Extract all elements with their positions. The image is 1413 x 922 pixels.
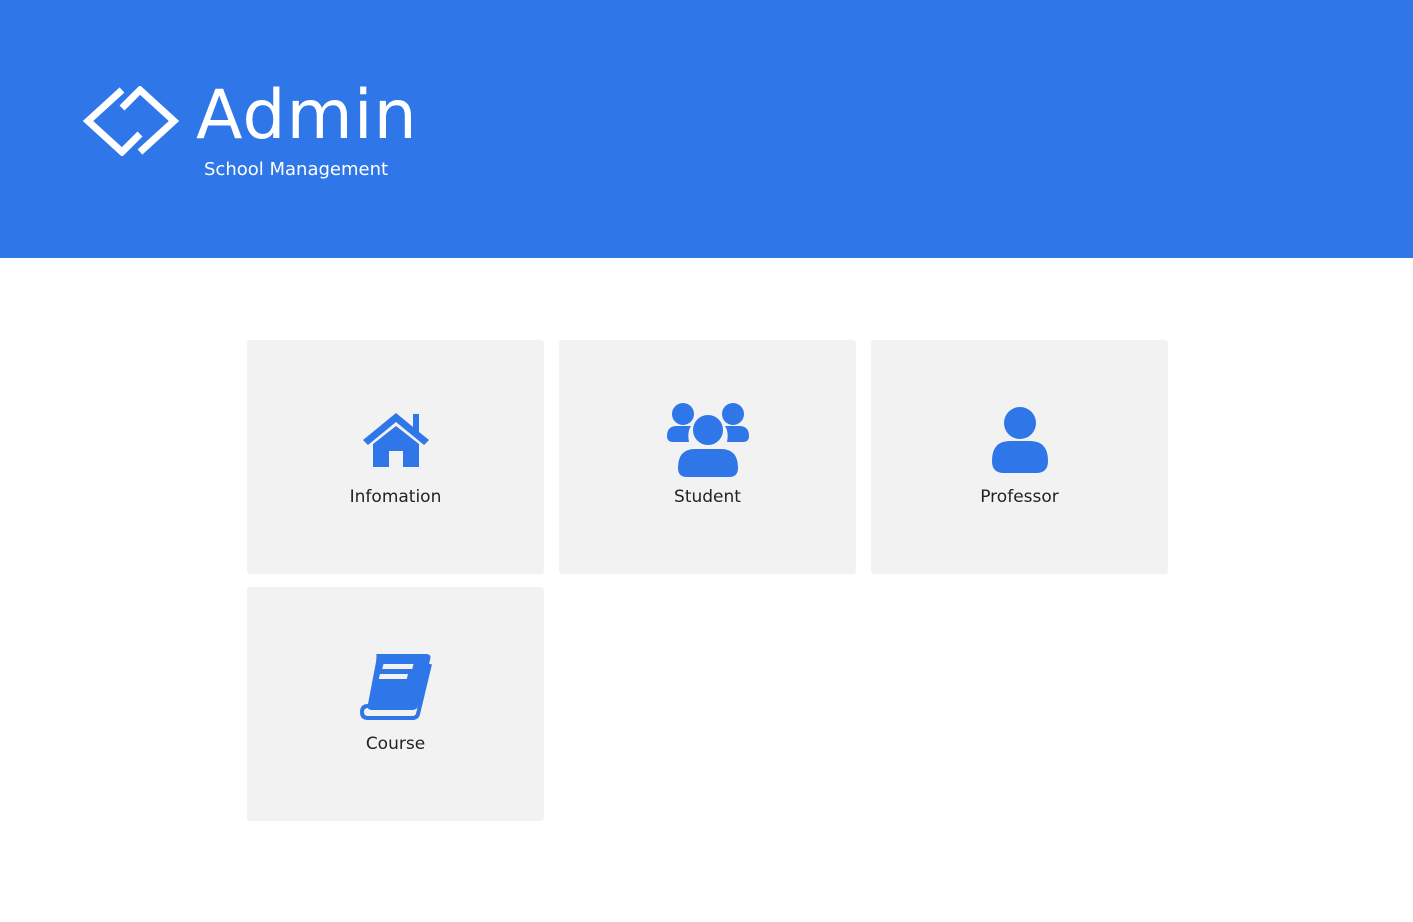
tile-label: Course bbox=[365, 734, 426, 754]
tile-information[interactable]: Infomation bbox=[247, 340, 544, 574]
book-icon bbox=[354, 649, 438, 725]
tile-label: Professor bbox=[980, 487, 1059, 507]
tile-student[interactable]: Student bbox=[559, 340, 856, 574]
tile-label: Infomation bbox=[349, 487, 442, 507]
app-title: Admin bbox=[196, 76, 418, 155]
app-header: Admin School Management bbox=[0, 0, 1413, 258]
code-bracket-logo-icon bbox=[82, 86, 180, 156]
home-icon bbox=[354, 402, 438, 478]
tile-professor[interactable]: Professor bbox=[871, 340, 1168, 574]
app-subtitle: School Management bbox=[204, 159, 389, 180]
user-icon bbox=[978, 402, 1062, 478]
tile-label: Student bbox=[674, 487, 741, 507]
users-group-icon bbox=[666, 402, 750, 478]
tile-course[interactable]: Course bbox=[247, 587, 544, 821]
